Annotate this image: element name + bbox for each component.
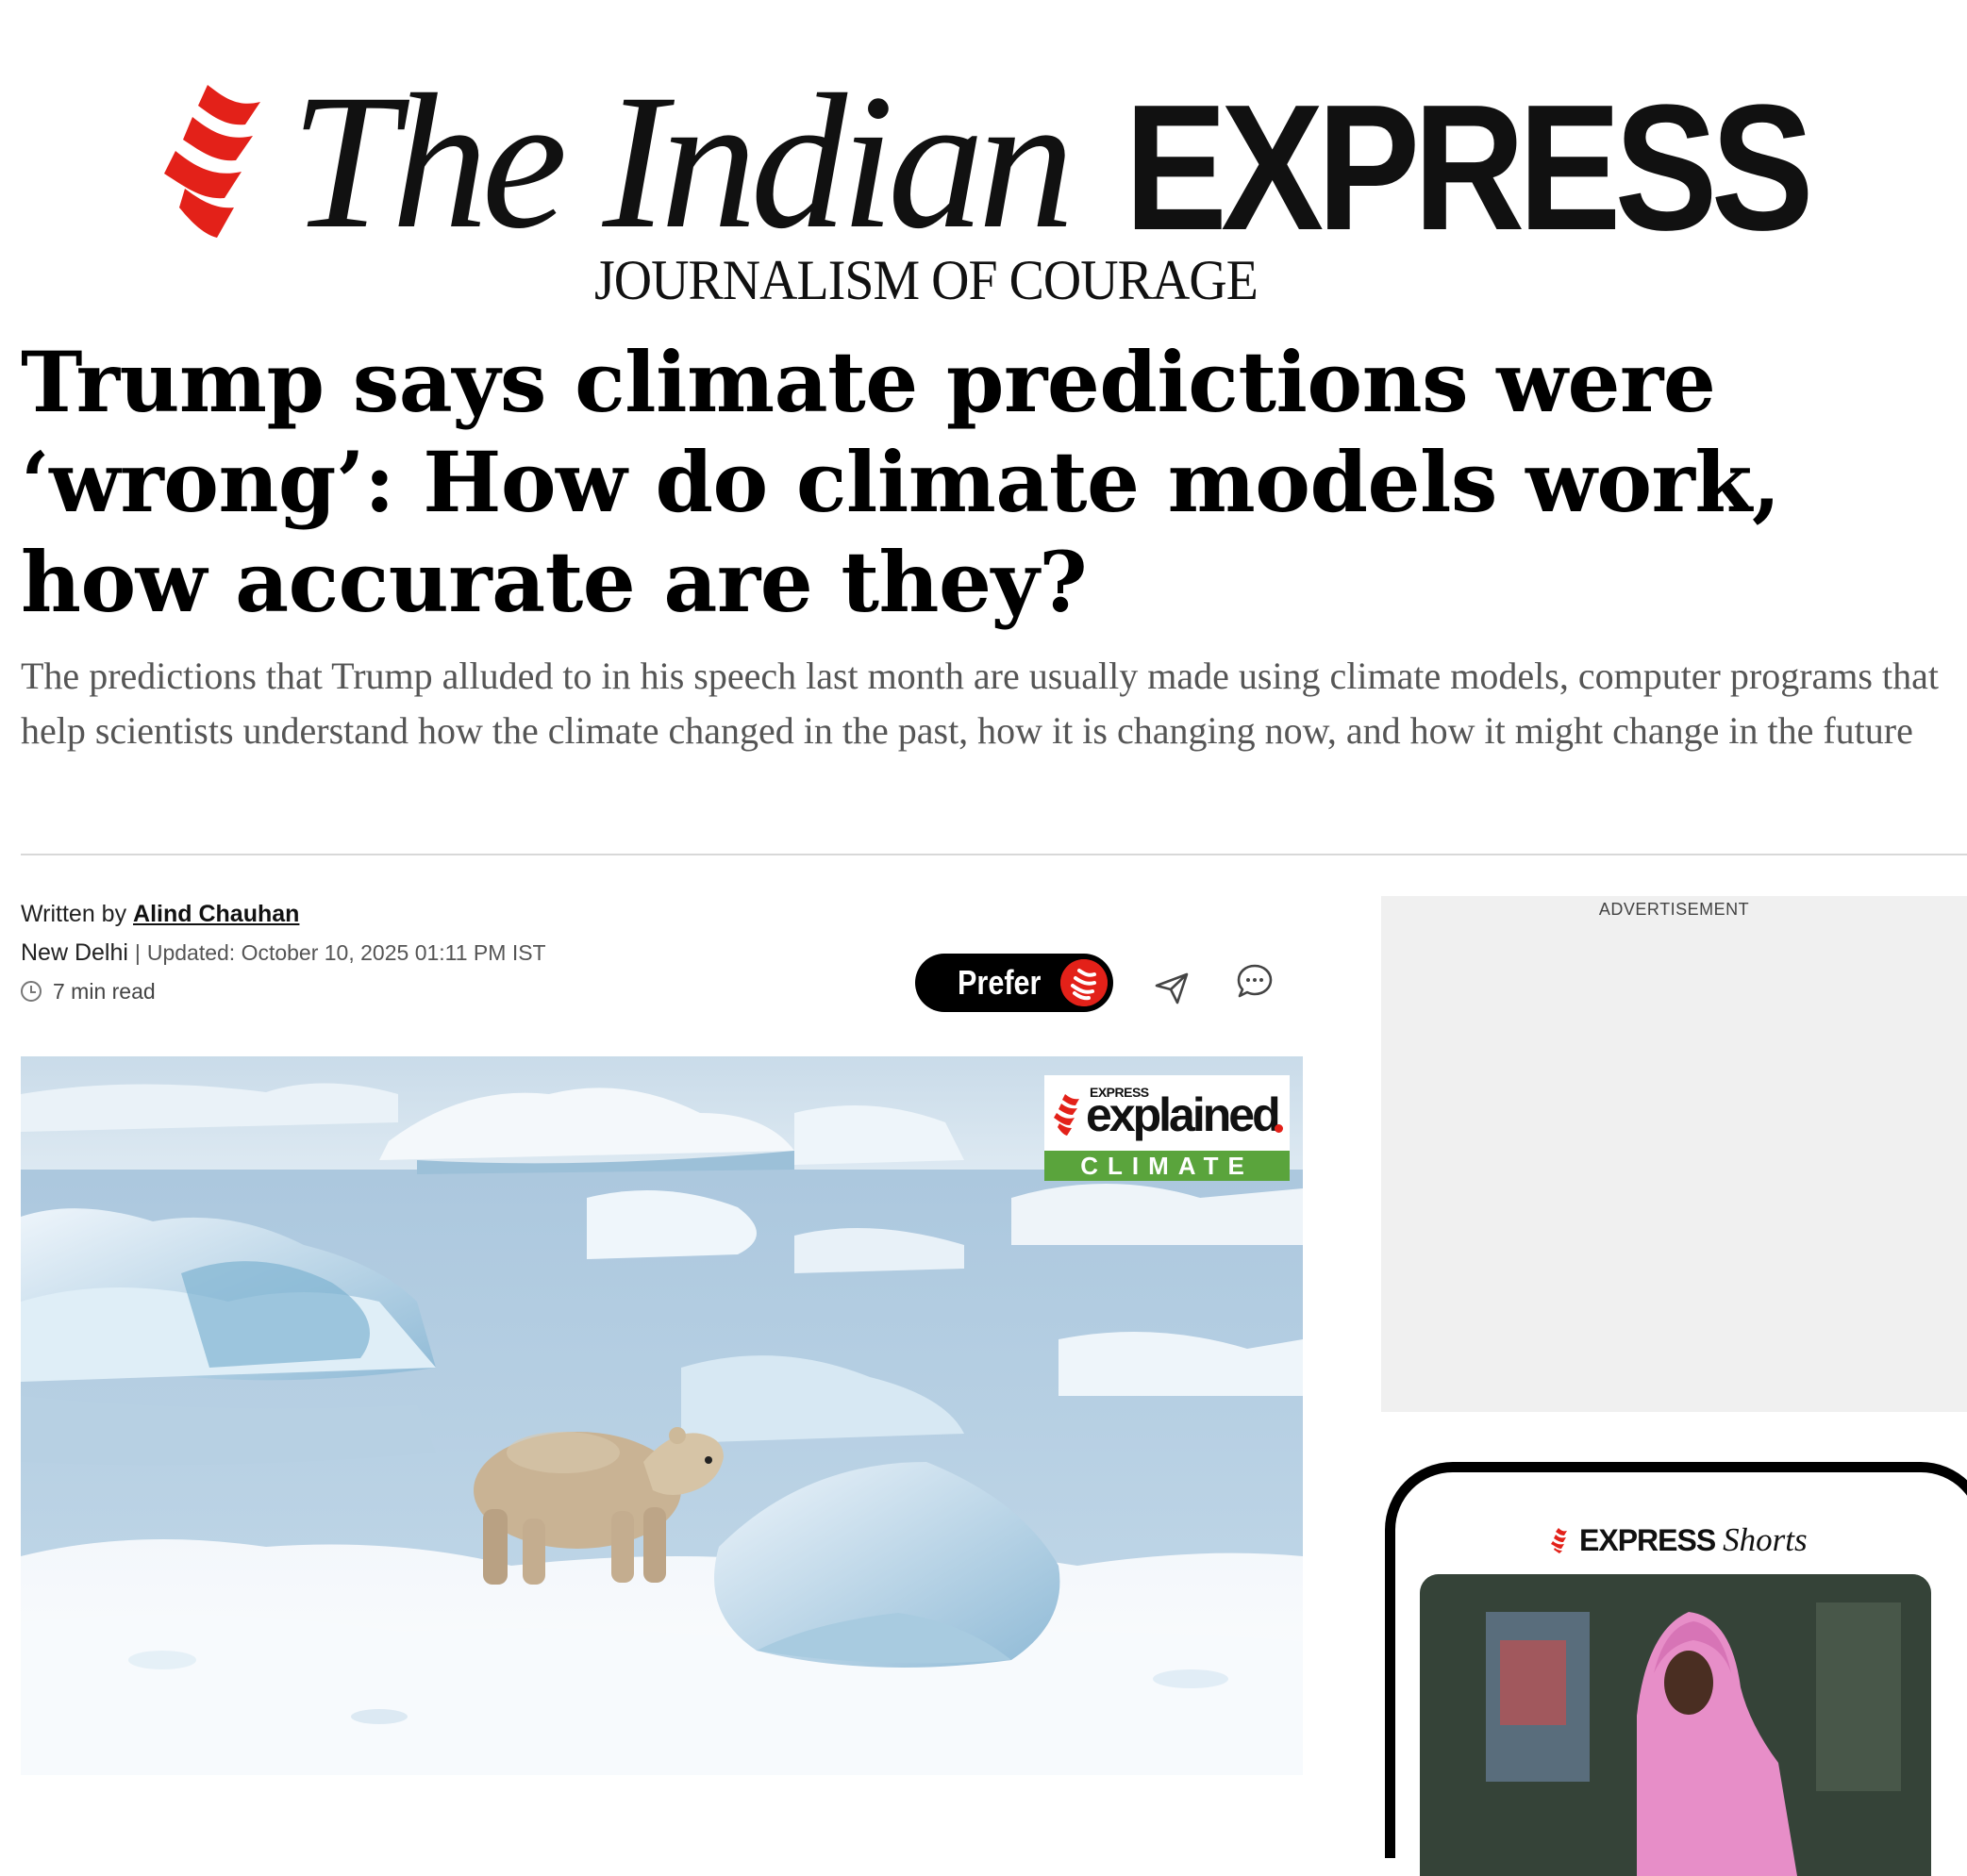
indian-express-logo-icon[interactable]: [151, 77, 292, 247]
badge-dot: [1275, 1124, 1283, 1133]
hero-image[interactable]: EXPRESS explained CLIMATE: [21, 1056, 1303, 1775]
prefer-label: Prefer: [958, 963, 1042, 1002]
shorts-preview-image[interactable]: [1420, 1574, 1931, 1876]
indian-express-logo-icon: [1551, 1528, 1567, 1553]
send-icon[interactable]: [1151, 967, 1192, 1008]
indian-express-logo-icon: [1060, 959, 1108, 1006]
brand-name-the-indian: The Indian: [291, 55, 1075, 269]
divider: [21, 854, 1967, 855]
location: New Delhi: [21, 939, 128, 966]
dateline: New Delhi | Updated: October 10, 2025 01…: [21, 938, 546, 968]
express-explained-climate-badge: EXPRESS explained CLIMATE: [1044, 1075, 1290, 1181]
brand-name-express: EXPRESS: [1125, 68, 1814, 268]
advertisement-label: ADVERTISEMENT: [1598, 900, 1750, 919]
masthead: The Indian EXPRESS JOURNALISM OF COURAGE: [0, 0, 1967, 321]
byline-prefix: Written by: [21, 901, 127, 927]
read-time-label: 7 min read: [53, 979, 156, 1004]
separator: |: [134, 940, 141, 965]
person-in-rain-photo: [1420, 1574, 1931, 1876]
badge-category-label: CLIMATE: [1044, 1151, 1290, 1181]
author-link[interactable]: Alind Chauhan: [133, 901, 299, 927]
advertisement-slot[interactable]: ADVERTISEMENT: [1381, 896, 1967, 1412]
shorts-brand-label: EXPRESS: [1579, 1522, 1716, 1557]
article-standfirst: The predictions that Trump alluded to in…: [21, 655, 1939, 752]
clock-icon: [21, 981, 42, 1002]
article-headline: Trump says climate predictions were ‘wro…: [21, 333, 1781, 631]
shorts-label: Shorts: [1723, 1521, 1808, 1558]
prefer-button[interactable]: Prefer: [915, 954, 1113, 1012]
express-shorts-header: EXPRESS Shorts: [1549, 1521, 1808, 1559]
badge-explained-label: explained: [1086, 1088, 1281, 1141]
updated-timestamp: Updated: October 10, 2025 01:11 PM IST: [146, 940, 546, 965]
comment-icon[interactable]: [1234, 960, 1275, 1002]
byline: Written by Alind Chauhan: [21, 899, 299, 929]
indian-express-logo-icon: [1054, 1094, 1079, 1136]
read-time: 7 min read: [21, 977, 156, 1005]
brand-tagline: JOURNALISM OF COURAGE: [594, 249, 1259, 311]
express-shorts-promo[interactable]: EXPRESS Shorts: [1385, 1462, 1967, 1876]
